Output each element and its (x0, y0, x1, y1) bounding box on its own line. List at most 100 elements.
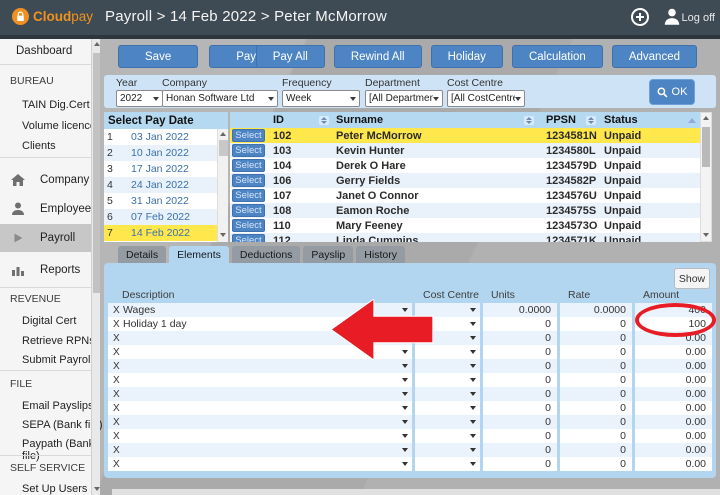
units-cell[interactable]: 0 (483, 429, 557, 443)
calculation-button[interactable]: Calculation (512, 45, 603, 68)
units-cell[interactable]: 0 (483, 373, 557, 387)
description-select[interactable]: X (108, 359, 412, 373)
cost-centre-select[interactable] (415, 345, 480, 359)
select-button[interactable]: Select (232, 129, 265, 142)
amount-cell[interactable]: 0.00 (635, 359, 712, 373)
description-select[interactable]: X (108, 345, 412, 359)
rate-cell[interactable]: 0 (560, 429, 632, 443)
remove-x-button[interactable]: X (113, 431, 123, 442)
description-select[interactable]: XHoliday 1 day (108, 317, 412, 331)
remove-x-button[interactable]: X (113, 333, 123, 344)
rate-cell[interactable]: 0 (560, 401, 632, 415)
cost-centre-select[interactable] (415, 415, 480, 429)
units-cell[interactable]: 0 (483, 345, 557, 359)
remove-x-button[interactable]: X (113, 305, 123, 316)
description-select[interactable]: X (108, 401, 412, 415)
cost-centre-select[interactable] (415, 317, 480, 331)
cost-centre-select[interactable] (415, 401, 480, 415)
pay-date-row[interactable]: 531 Jan 2022 (104, 193, 217, 209)
description-select[interactable]: X (108, 331, 412, 345)
pay-all-button[interactable]: Pay All (256, 45, 325, 68)
rate-cell[interactable]: 0 (560, 331, 632, 345)
add-icon[interactable] (630, 7, 650, 27)
remove-x-button[interactable]: X (113, 347, 123, 358)
department-select[interactable]: [All Departments] (365, 90, 443, 107)
units-cell[interactable]: 0 (483, 387, 557, 401)
scroll-up-icon[interactable] (94, 42, 100, 46)
select-button[interactable]: Select (232, 174, 265, 187)
scrollbar-thumb[interactable] (93, 53, 100, 293)
amount-cell[interactable]: 100 (635, 317, 712, 331)
rate-cell[interactable]: 0 (560, 373, 632, 387)
description-select[interactable]: X (108, 443, 412, 457)
scroll-down-icon[interactable] (703, 233, 709, 237)
units-cell[interactable]: 0 (483, 317, 557, 331)
rate-cell[interactable]: 0 (560, 387, 632, 401)
scrollbar-thumb[interactable] (219, 140, 228, 156)
remove-x-button[interactable]: X (113, 445, 123, 456)
cost-centre-select[interactable] (415, 373, 480, 387)
scroll-up-icon[interactable] (703, 116, 709, 120)
log-off-button[interactable]: Log off (682, 12, 715, 24)
description-select[interactable]: XWages (108, 303, 412, 317)
sort-asc-icon[interactable] (688, 118, 696, 123)
remove-x-button[interactable]: X (113, 375, 123, 386)
company-select[interactable]: Honan Software Ltd (162, 90, 278, 107)
remove-x-button[interactable]: X (113, 403, 123, 414)
units-cell[interactable]: 0 (483, 443, 557, 457)
sidebar-item-payroll[interactable]: Payroll (0, 224, 91, 252)
units-cell[interactable]: 0 (483, 359, 557, 373)
remove-x-button[interactable]: X (113, 459, 123, 470)
amount-cell[interactable]: 0.00 (635, 331, 712, 345)
remove-x-button[interactable]: X (113, 417, 123, 428)
cost-centre-select[interactable] (415, 331, 480, 345)
rate-cell[interactable]: 0 (560, 415, 632, 429)
units-cell[interactable]: 0.0000 (483, 303, 557, 317)
description-select[interactable]: X (108, 457, 412, 471)
advanced-button[interactable]: Advanced (612, 45, 697, 68)
amount-cell[interactable]: 0.00 (635, 457, 712, 471)
show-button[interactable]: Show (674, 268, 710, 289)
rate-cell[interactable]: 0 (560, 317, 632, 331)
amount-cell[interactable]: 400 (635, 303, 712, 317)
sidebar-scrollbar[interactable] (91, 39, 100, 495)
rate-cell[interactable]: 0 (560, 457, 632, 471)
units-cell[interactable]: 0 (483, 457, 557, 471)
select-button[interactable]: Select (232, 204, 265, 217)
sidebar-item-employee[interactable]: Employee (0, 196, 91, 222)
description-select[interactable]: X (108, 415, 412, 429)
tab-details[interactable]: Details (118, 246, 166, 263)
ok-search-button[interactable]: OK (649, 79, 695, 105)
scroll-down-icon[interactable] (94, 487, 100, 491)
amount-cell[interactable]: 0.00 (635, 387, 712, 401)
frequency-select[interactable]: Week (282, 90, 360, 107)
select-button[interactable]: Select (232, 189, 265, 202)
amount-cell[interactable]: 0.00 (635, 443, 712, 457)
select-button[interactable]: Select (232, 144, 265, 157)
rewind-all-button[interactable]: Rewind All (334, 45, 422, 68)
year-select[interactable]: 2022 (116, 90, 163, 107)
scroll-up-icon[interactable] (220, 132, 226, 136)
units-cell[interactable]: 0 (483, 415, 557, 429)
cost-centre-select[interactable] (415, 429, 480, 443)
amount-cell[interactable]: 0.00 (635, 415, 712, 429)
user-icon[interactable] (662, 7, 682, 27)
pay-date-row-selected[interactable]: 714 Feb 2022 (104, 225, 217, 241)
select-button[interactable]: Select (232, 159, 265, 172)
rate-cell[interactable]: 0 (560, 359, 632, 373)
amount-cell[interactable]: 0.00 (635, 373, 712, 387)
save-button[interactable]: Save (118, 45, 198, 68)
tab-history[interactable]: History (356, 246, 405, 263)
cost-centre-select[interactable] (415, 387, 480, 401)
pay-date-row[interactable]: 424 Jan 2022 (104, 177, 217, 193)
description-select[interactable]: X (108, 373, 412, 387)
sidebar-item-company[interactable]: Company (0, 167, 91, 193)
pay-date-scrollbar[interactable] (217, 129, 228, 242)
cost-centre-select[interactable] (415, 303, 480, 317)
pay-date-row[interactable]: 210 Jan 2022 (104, 145, 217, 161)
select-button[interactable]: Select (232, 234, 265, 242)
cost-centre-select[interactable] (415, 359, 480, 373)
sidebar-item-reports[interactable]: Reports (0, 257, 91, 283)
sort-icon[interactable] (524, 116, 534, 125)
tab-elements[interactable]: Elements (169, 246, 229, 263)
